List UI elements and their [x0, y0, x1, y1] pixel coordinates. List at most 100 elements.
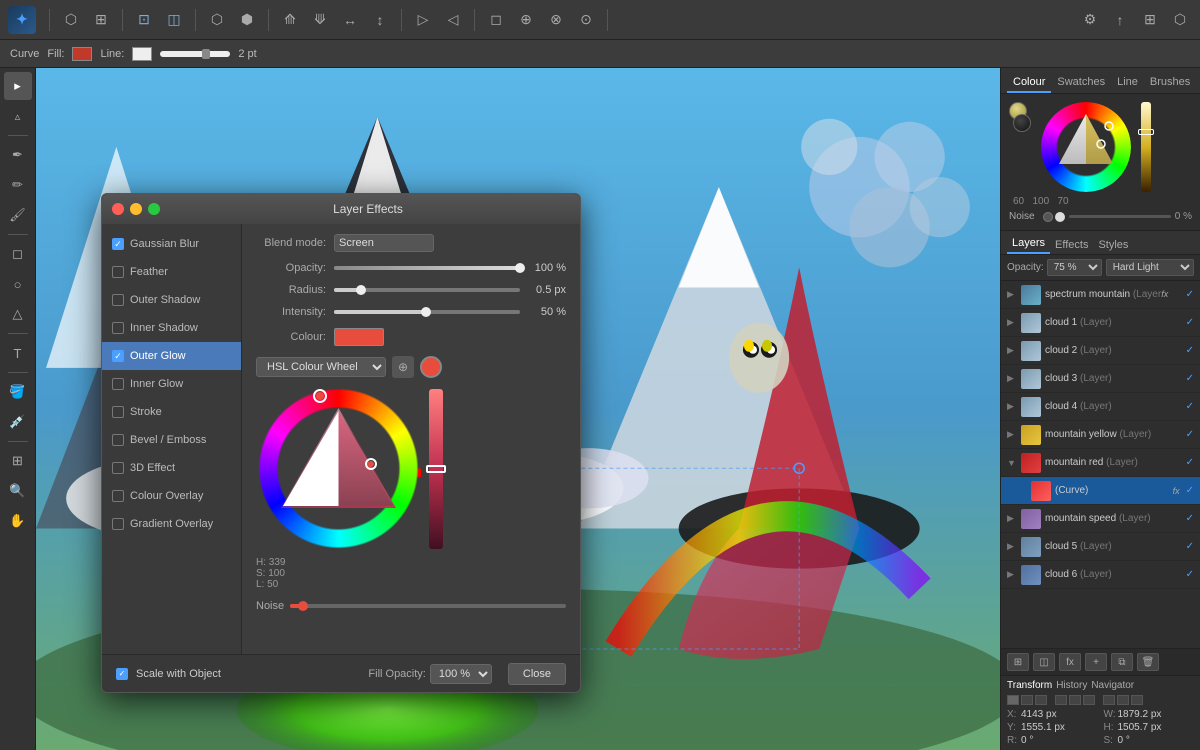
layer-expand-mountain-red[interactable]: ▼ [1007, 458, 1017, 468]
noise-thumb[interactable] [298, 601, 308, 611]
transform-anchor-bl[interactable] [1103, 695, 1115, 705]
radius-thumb[interactable] [356, 285, 366, 295]
dialog-minimize-btn[interactable] [130, 203, 142, 215]
tab-history[interactable]: History [1056, 680, 1087, 691]
effect-item-outer-glow[interactable]: ✓ Outer Glow [102, 342, 241, 370]
layer-add-btn[interactable]: + [1085, 653, 1107, 671]
layer-item-mountain-yellow[interactable]: ▶ mountain yellow (Layer) ✓ [1001, 421, 1200, 449]
effect-checkbox-colour-overlay[interactable] [112, 490, 124, 502]
layer-expand-mountain-speed[interactable]: ▶ [1007, 513, 1017, 524]
tab-swatches[interactable]: Swatches [1051, 73, 1111, 93]
layer-group-btn[interactable]: ⊞ [1007, 653, 1029, 671]
transform-anchor-bc[interactable] [1117, 695, 1129, 705]
layer-item-cloud-4[interactable]: ▶ cloud 4 (Layer) ✓ [1001, 393, 1200, 421]
transform-anchor-mr[interactable] [1083, 695, 1095, 705]
tool-select[interactable]: ▸ [4, 72, 32, 100]
dialog-maximize-btn[interactable] [148, 203, 160, 215]
tool-triangle[interactable]: △ [4, 300, 32, 328]
layer-expand-cloud-5[interactable]: ▶ [1007, 541, 1017, 552]
tool-eyedropper[interactable]: 💉 [4, 408, 32, 436]
hsl-colour-wheel[interactable] [256, 386, 421, 551]
layer-item-mountain-speed[interactable]: ▶ mountain speed (Layer) ✓ [1001, 505, 1200, 533]
layer-expand-spectrum-mountain[interactable]: ▶ [1007, 289, 1017, 300]
layer-item-cloud-5[interactable]: ▶ cloud 5 (Layer) ✓ [1001, 533, 1200, 561]
toolbar-path4[interactable]: ⊙ [574, 8, 598, 32]
layer-check-mountain-red[interactable]: ✓ [1186, 457, 1194, 468]
layer-expand-cloud-2[interactable]: ▶ [1007, 345, 1017, 356]
blend-mode-select[interactable]: Screen Normal Multiply Overlay [334, 234, 434, 252]
effect-item-inner-shadow[interactable]: Inner Shadow [102, 314, 241, 342]
layer-check-cloud-6[interactable]: ✓ [1186, 569, 1194, 580]
effect-item-stroke[interactable]: Stroke [102, 398, 241, 426]
tab-styles[interactable]: Styles [1093, 236, 1133, 254]
toolbar-view[interactable]: ⊞ [1138, 8, 1162, 32]
effect-checkbox-3d-effect[interactable] [112, 462, 124, 474]
line-width-slider[interactable] [160, 51, 230, 57]
intensity-thumb[interactable] [421, 307, 431, 317]
right-colour-wheel[interactable] [1041, 102, 1131, 192]
effect-checkbox-outer-shadow[interactable] [112, 294, 124, 306]
transform-h-value[interactable]: 1505.7 px [1118, 722, 1162, 733]
layer-item-cloud-2[interactable]: ▶ cloud 2 (Layer) ✓ [1001, 337, 1200, 365]
toolbar-pixel[interactable]: ◫ [162, 8, 186, 32]
layers-opacity-select[interactable]: 75 % 100 % 50 % [1047, 259, 1102, 276]
layer-check-curve[interactable]: ✓ [1186, 485, 1194, 496]
effect-checkbox-gaussian-blur[interactable]: ✓ [112, 238, 124, 250]
opacity-slider-track[interactable] [334, 266, 520, 270]
tool-pen[interactable]: ✒ [4, 141, 32, 169]
tool-node[interactable]: ▵ [4, 102, 32, 130]
tab-layers[interactable]: Layers [1007, 234, 1050, 254]
transform-anchor-br[interactable] [1131, 695, 1143, 705]
transform-anchor-mc[interactable] [1069, 695, 1081, 705]
fill-colour-box[interactable] [72, 47, 92, 61]
effect-checkbox-bevel-emboss[interactable] [112, 434, 124, 446]
tool-zoom[interactable]: 🔍 [4, 477, 32, 505]
toolbar-export[interactable]: ▷ [411, 8, 435, 32]
effect-checkbox-inner-glow[interactable] [112, 378, 124, 390]
toolbar-import[interactable]: ◁ [441, 8, 465, 32]
layer-check-cloud-1[interactable]: ✓ [1186, 317, 1194, 328]
toolbar-align1[interactable]: ⟰ [278, 8, 302, 32]
transform-r-value[interactable]: 0 ° [1021, 735, 1033, 746]
toolbar-share[interactable]: ⬡ [1168, 8, 1192, 32]
effect-checkbox-gradient-overlay[interactable] [112, 518, 124, 530]
layer-expand-cloud-6[interactable]: ▶ [1007, 569, 1017, 580]
transform-s-value[interactable]: 0 ° [1118, 735, 1130, 746]
intensity-slider-track[interactable] [334, 310, 520, 314]
layer-expand-cloud-4[interactable]: ▶ [1007, 401, 1017, 412]
layer-expand-mountain-yellow[interactable]: ▶ [1007, 429, 1017, 440]
effect-item-gaussian-blur[interactable]: ✓ Gaussian Blur [102, 230, 241, 258]
layer-duplicate-btn[interactable]: ⧉ [1111, 653, 1133, 671]
layer-expand-cloud-1[interactable]: ▶ [1007, 317, 1017, 328]
transform-anchor-tc[interactable] [1021, 695, 1033, 705]
toolbar-align4[interactable]: ↕ [368, 8, 392, 32]
toolbar-path1[interactable]: ◻ [484, 8, 508, 32]
layer-check-mountain-speed[interactable]: ✓ [1186, 513, 1194, 524]
toolbar-pointer[interactable]: ⬡ [59, 8, 83, 32]
tab-brushes[interactable]: Brushes [1144, 73, 1196, 93]
effect-checkbox-feather[interactable] [112, 266, 124, 278]
fill-opacity-select[interactable]: 100 % 75 % 50 % [430, 664, 492, 684]
layers-blend-select[interactable]: Hard Light Normal Multiply Screen [1106, 259, 1194, 276]
effect-item-inner-glow[interactable]: Inner Glow [102, 370, 241, 398]
effect-item-colour-overlay[interactable]: Colour Overlay [102, 482, 241, 510]
layer-item-cloud-6[interactable]: ▶ cloud 6 (Layer) ✓ [1001, 561, 1200, 589]
toolbar-align3[interactable]: ↔ [338, 8, 362, 32]
hsl-type-select[interactable]: HSL Colour Wheel RGB Sliders HSB Sliders [256, 357, 386, 377]
transform-anchor-ml[interactable] [1055, 695, 1067, 705]
effect-checkbox-outer-glow[interactable]: ✓ [112, 350, 124, 362]
transform-w-value[interactable]: 1879.2 px [1118, 709, 1162, 720]
transform-anchor-tl[interactable] [1007, 695, 1019, 705]
toolbar-settings[interactable]: ⚙ [1078, 8, 1102, 32]
layer-check-cloud-3[interactable]: ✓ [1186, 373, 1194, 384]
transform-anchor-tr[interactable] [1035, 695, 1047, 705]
tab-line[interactable]: Line [1111, 73, 1144, 93]
tool-hand[interactable]: ✋ [4, 507, 32, 535]
dialog-close-btn[interactable] [112, 203, 124, 215]
toolbar-publish[interactable]: ↑ [1108, 8, 1132, 32]
effect-item-3d-effect[interactable]: 3D Effect [102, 454, 241, 482]
colour-swatch[interactable] [334, 328, 384, 346]
scale-with-object-checkbox[interactable]: ✓ [116, 668, 128, 680]
close-button[interactable]: Close [508, 663, 566, 685]
tool-rect[interactable]: ◻ [4, 240, 32, 268]
